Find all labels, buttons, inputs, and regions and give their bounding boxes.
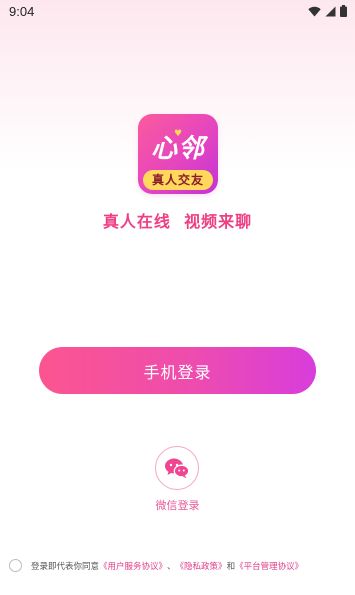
battery-icon [340,5,347,17]
agreement-prefix: 登录即代表你同意 [31,561,100,572]
platform-agreement-link[interactable]: 《平台管理协议》 [235,560,303,572]
privacy-policy-link[interactable]: 《隐私政策》 [176,560,227,572]
agreement-row: 登录即代表你同意 《用户服务协议》 、 《隐私政策》 和 《平台管理协议》 [9,559,303,572]
status-time: 9:04 [9,4,35,19]
agreement-separator: 、 [167,561,176,572]
phone-login-button[interactable]: 手机登录 [39,347,316,394]
status-icons [308,5,347,17]
logo-badge: 真人交友 [143,170,213,190]
status-bar: 9:04 [0,0,355,24]
agreement-conjunction: 和 [226,561,236,572]
agreement-checkbox[interactable] [9,559,22,572]
heart-icon: ♥ [174,129,183,139]
wechat-icon [165,458,190,479]
app-logo: 心邻 ♥ 真人交友 [138,114,218,194]
cell-signal-icon [325,6,336,16]
user-agreement-link[interactable]: 《用户服务协议》 [99,560,167,572]
wechat-login-button[interactable] [155,446,199,490]
wifi-icon [308,6,321,16]
slogan: 真人在线 视频来聊 [102,212,253,231]
wechat-login-label: 微信登录 [155,499,200,512]
